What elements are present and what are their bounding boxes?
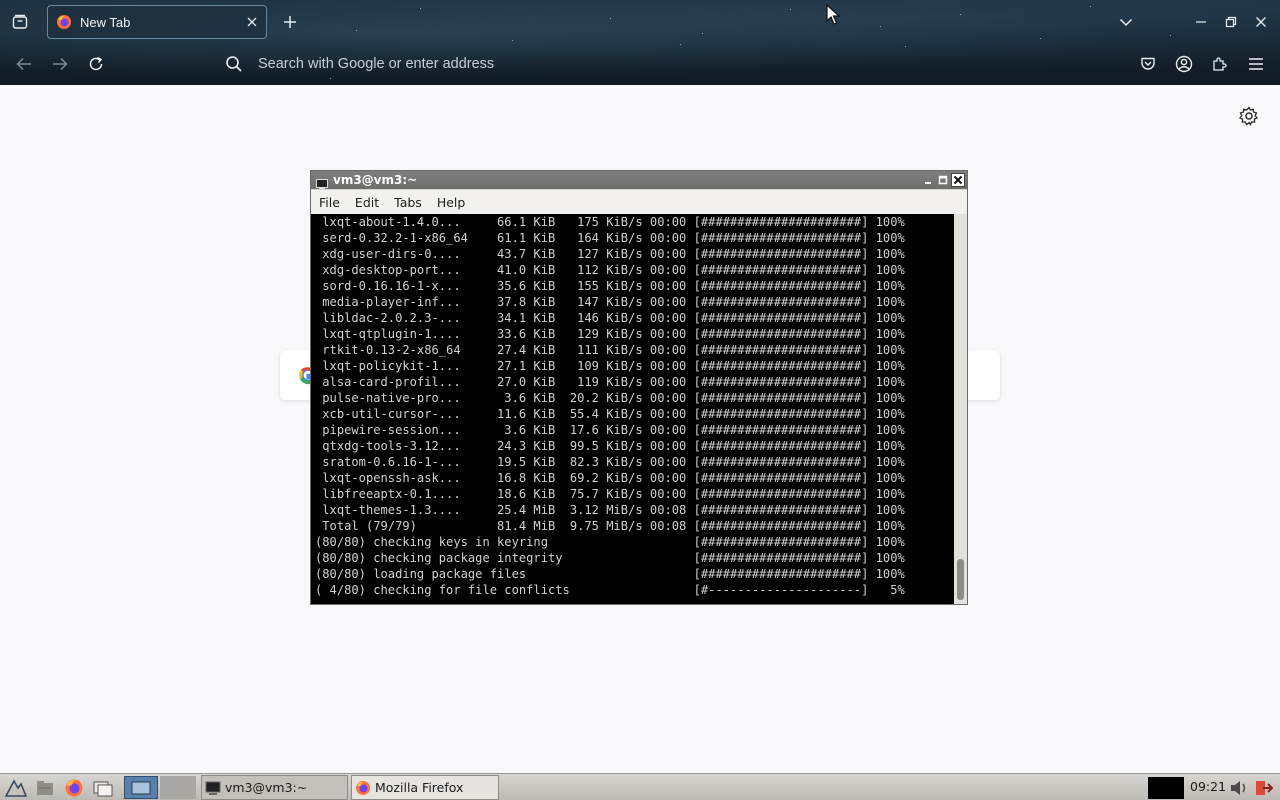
minimize-icon[interactable] — [921, 173, 935, 187]
mouse-cursor-icon — [826, 3, 841, 26]
system-monitor-widget[interactable] — [1148, 777, 1184, 799]
url-input[interactable] — [258, 56, 1018, 72]
terminal-line: sord-0.16.16-1-x... 35.6 KiB 155 KiB/s 0… — [315, 278, 905, 293]
reload-icon[interactable] — [84, 53, 108, 75]
hamburger-menu-icon[interactable] — [1244, 53, 1268, 75]
terminal-line: alsa-card-profil... 27.0 KiB 119 KiB/s 0… — [315, 374, 905, 389]
menu-file[interactable]: File — [311, 195, 347, 210]
menu-edit[interactable]: Edit — [347, 195, 386, 210]
file-manager-icon[interactable] — [33, 776, 57, 799]
terminal-line: xdg-user-dirs-0.... 43.7 KiB 127 KiB/s 0… — [315, 246, 905, 261]
terminal-line: xdg-desktop-port... 41.0 KiB 112 KiB/s 0… — [315, 262, 905, 277]
taskbar-item-label: vm3@vm3:~ — [225, 780, 308, 795]
start-menu-icon[interactable] — [4, 776, 28, 799]
terminal-line: lxqt-themes-1.3.... 25.4 MiB 3.12 MiB/s … — [315, 502, 905, 517]
firefox-view-icon[interactable] — [8, 11, 32, 33]
terminal-line: (80/80) checking package integrity [####… — [315, 550, 905, 565]
terminal-line: libldac-2.0.2.3-... 34.1 KiB 146 KiB/s 0… — [315, 310, 905, 325]
close-icon[interactable] — [951, 173, 965, 187]
terminal-line: lxqt-policykit-1... 27.1 KiB 109 KiB/s 0… — [315, 358, 905, 373]
terminal-line: sratom-0.6.16-1-... 19.5 KiB 82.3 KiB/s … — [315, 454, 905, 469]
close-window-icon[interactable] — [1250, 11, 1272, 33]
firefox-icon[interactable] — [62, 776, 86, 799]
terminal-line: pipewire-session... 3.6 KiB 17.6 KiB/s 0… — [315, 422, 905, 437]
terminal-lines: lxqt-about-1.4.0... 66.1 KiB 175 KiB/s 0… — [315, 214, 905, 598]
terminal-line: (80/80) checking keys in keyring [######… — [315, 534, 905, 549]
terminal-menubar: File Edit Tabs Help — [311, 190, 967, 214]
chevron-down-icon[interactable] — [1114, 11, 1138, 33]
terminal-line: qtxdg-tools-3.12... 24.3 KiB 99.5 KiB/s … — [315, 438, 905, 453]
forward-arrow-icon[interactable] — [48, 53, 72, 75]
minimize-window-icon[interactable] — [1190, 11, 1212, 33]
terminal-output[interactable]: lxqt-about-1.4.0... 66.1 KiB 175 KiB/s 0… — [311, 214, 954, 604]
restore-window-icon[interactable] — [1220, 11, 1242, 33]
workspace-1[interactable] — [124, 776, 158, 799]
firefox-logo-icon — [56, 14, 72, 30]
pocket-icon[interactable] — [1136, 53, 1160, 75]
terminal-line: Total (79/79) 81.4 MiB 9.75 MiB/s 00:08 … — [315, 518, 905, 533]
maximize-icon[interactable] — [936, 173, 950, 187]
new-tab-button[interactable] — [279, 11, 301, 33]
terminal-line: (80/80) loading package files [#########… — [315, 566, 905, 581]
terminal-scrollbar[interactable] — [954, 214, 967, 604]
close-tab-icon[interactable] — [244, 14, 260, 30]
account-icon[interactable] — [1172, 53, 1196, 75]
terminal-line: pulse-native-pro... 3.6 KiB 20.2 KiB/s 0… — [315, 390, 905, 405]
gear-icon[interactable] — [1238, 105, 1260, 127]
terminal-line: lxqt-qtplugin-1.... 33.6 KiB 129 KiB/s 0… — [315, 326, 905, 341]
show-desktop-icon[interactable] — [91, 776, 115, 799]
back-arrow-icon[interactable] — [12, 53, 36, 75]
terminal-line: libfreeaptx-0.1.... 18.6 KiB 75.7 KiB/s … — [315, 486, 905, 501]
terminal-line: xcb-util-cursor-... 11.6 KiB 55.4 KiB/s … — [315, 406, 905, 421]
menu-tabs[interactable]: Tabs — [386, 195, 429, 210]
terminal-line: rtkit-0.13-2-x86_64 27.4 KiB 111 KiB/s 0… — [315, 342, 905, 357]
volume-icon[interactable] — [1228, 778, 1250, 798]
browser-toolbar: New Tab — [0, 0, 1280, 85]
extensions-puzzle-icon[interactable] — [1208, 53, 1232, 75]
terminal-line: lxqt-about-1.4.0... 66.1 KiB 175 KiB/s 0… — [315, 214, 905, 229]
terminal-line: serd-0.32.2-1-x86_64 61.1 KiB 164 KiB/s … — [315, 230, 905, 245]
tab-title: New Tab — [80, 14, 131, 30]
workspace-2[interactable] — [160, 776, 196, 799]
terminal-line: media-player-inf... 37.8 KiB 147 KiB/s 0… — [315, 294, 905, 309]
tab-new-tab[interactable]: New Tab — [47, 5, 267, 39]
terminal-icon — [316, 175, 328, 189]
taskbar-item-firefox[interactable]: Mozilla Firefox — [351, 775, 499, 800]
logout-icon[interactable] — [1254, 778, 1274, 798]
terminal-icon — [205, 780, 221, 796]
menu-help[interactable]: Help — [429, 195, 473, 210]
search-icon — [225, 55, 243, 73]
terminal-titlebar[interactable]: vm3@vm3:~ — [311, 171, 967, 189]
terminal-line: ( 4/80) checking for file conflicts [#--… — [315, 582, 905, 597]
taskbar-item-terminal[interactable]: vm3@vm3:~ — [201, 775, 348, 800]
taskbar-item-label: Mozilla Firefox — [375, 780, 464, 795]
firefox-icon — [355, 780, 371, 796]
taskbar: vm3@vm3:~ Mozilla Firefox 09:21 — [0, 773, 1280, 800]
terminal-line: lxqt-openssh-ask... 16.8 KiB 69.2 KiB/s … — [315, 470, 905, 485]
clock[interactable]: 09:21 — [1190, 779, 1226, 794]
address-bar[interactable] — [214, 48, 1114, 80]
terminal-title: vm3@vm3:~ — [333, 173, 418, 187]
terminal-window[interactable]: vm3@vm3:~ File Edit Tabs Help lxqt-about… — [310, 170, 968, 605]
scrollbar-thumb[interactable] — [957, 559, 964, 600]
